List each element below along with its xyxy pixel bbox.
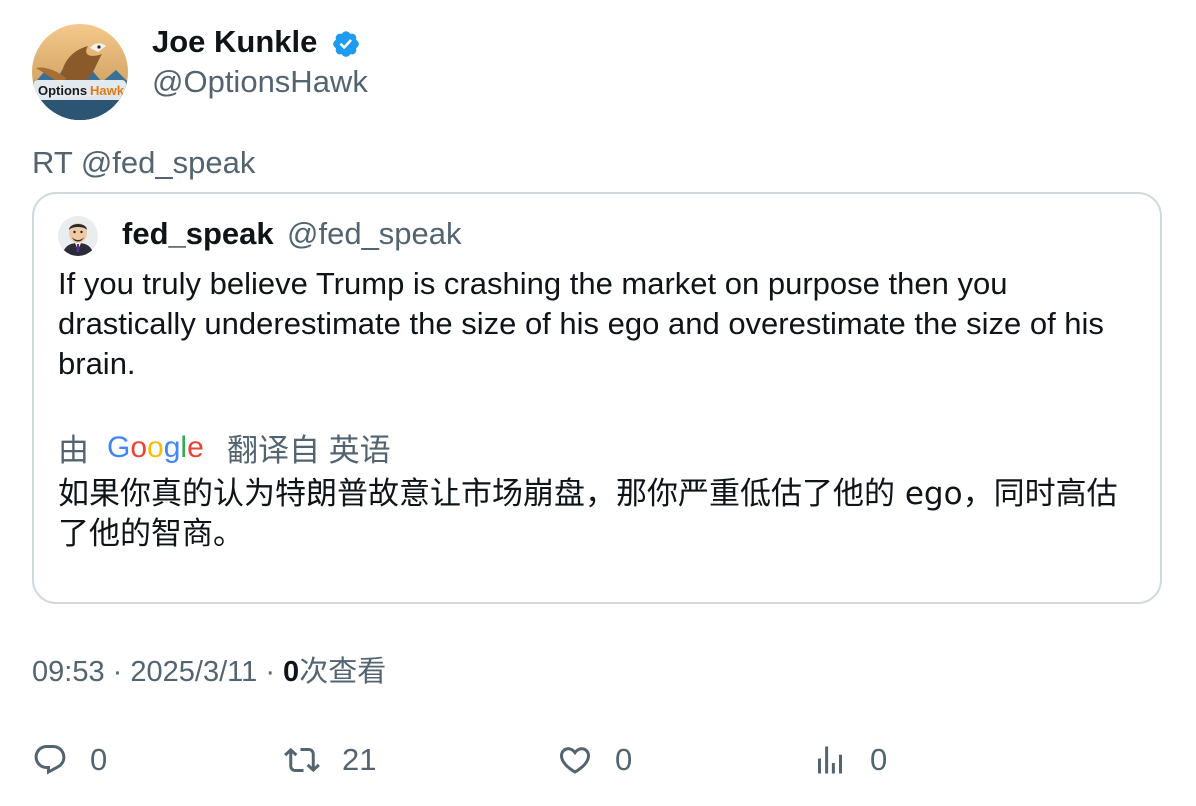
reply-button[interactable]: 0 bbox=[32, 738, 107, 782]
svg-text:Options: Options bbox=[38, 83, 87, 98]
heart-icon bbox=[559, 747, 591, 774]
views-label: 次查看 bbox=[299, 656, 387, 688]
quote-author-handle[interactable]: @fed_speak bbox=[287, 214, 462, 254]
author-handle[interactable]: @OptionsHawk bbox=[152, 62, 368, 102]
translate-by-label: 由 bbox=[58, 432, 89, 468]
author-avatar[interactable]: Options Hawk bbox=[32, 24, 128, 120]
author-name[interactable]: Joe Kunkle bbox=[152, 22, 317, 62]
retweet-count: 21 bbox=[342, 742, 377, 777]
retweet-button[interactable]: 21 bbox=[284, 738, 376, 782]
quote-text: If you truly believe Trump is crashing t… bbox=[58, 266, 1104, 381]
tweet-time[interactable]: 09:53 bbox=[32, 656, 105, 688]
like-count: 0 bbox=[615, 742, 633, 777]
retweet-text: RT @fed_speak bbox=[32, 145, 256, 180]
tweet-meta: 09:53 · 2025/3/11 · 0次查看 bbox=[32, 652, 386, 692]
retweet-icon bbox=[284, 747, 320, 773]
cartoon-man-avatar-icon bbox=[58, 216, 98, 256]
views-button[interactable]: 0 bbox=[812, 738, 887, 782]
svg-text:Google: Google bbox=[107, 431, 204, 464]
translate-from-label[interactable]: 翻译自 英语 bbox=[227, 425, 391, 470]
quote-author-avatar[interactable] bbox=[58, 216, 98, 256]
translated-text: 如果你真的认为特朗普故意让市场崩盘，那你严重低估了他的 ego，同时高估了他的智… bbox=[58, 476, 1118, 552]
views-count: 0 bbox=[283, 656, 300, 688]
views-chart-icon bbox=[818, 746, 842, 774]
tweet-date[interactable]: 2025/3/11 bbox=[130, 656, 257, 688]
meta-separator: · bbox=[265, 656, 275, 688]
options-hawk-logo: Options Hawk bbox=[32, 24, 128, 120]
quote-author-name[interactable]: fed_speak bbox=[122, 214, 274, 254]
views-count-action: 0 bbox=[870, 742, 888, 777]
reply-count: 0 bbox=[90, 742, 108, 777]
reply-icon bbox=[34, 745, 66, 775]
like-button[interactable]: 0 bbox=[557, 738, 632, 782]
meta-separator: · bbox=[112, 656, 123, 688]
svg-text:Hawk: Hawk bbox=[90, 83, 125, 98]
google-logo-icon: Google bbox=[107, 431, 204, 464]
quoted-tweet-card[interactable]: fed_speak @fed_speak If you truly believ… bbox=[32, 192, 1162, 604]
verified-badge-icon bbox=[333, 31, 359, 57]
translation-attribution: 由 Google 翻译自 英语 bbox=[58, 425, 401, 470]
